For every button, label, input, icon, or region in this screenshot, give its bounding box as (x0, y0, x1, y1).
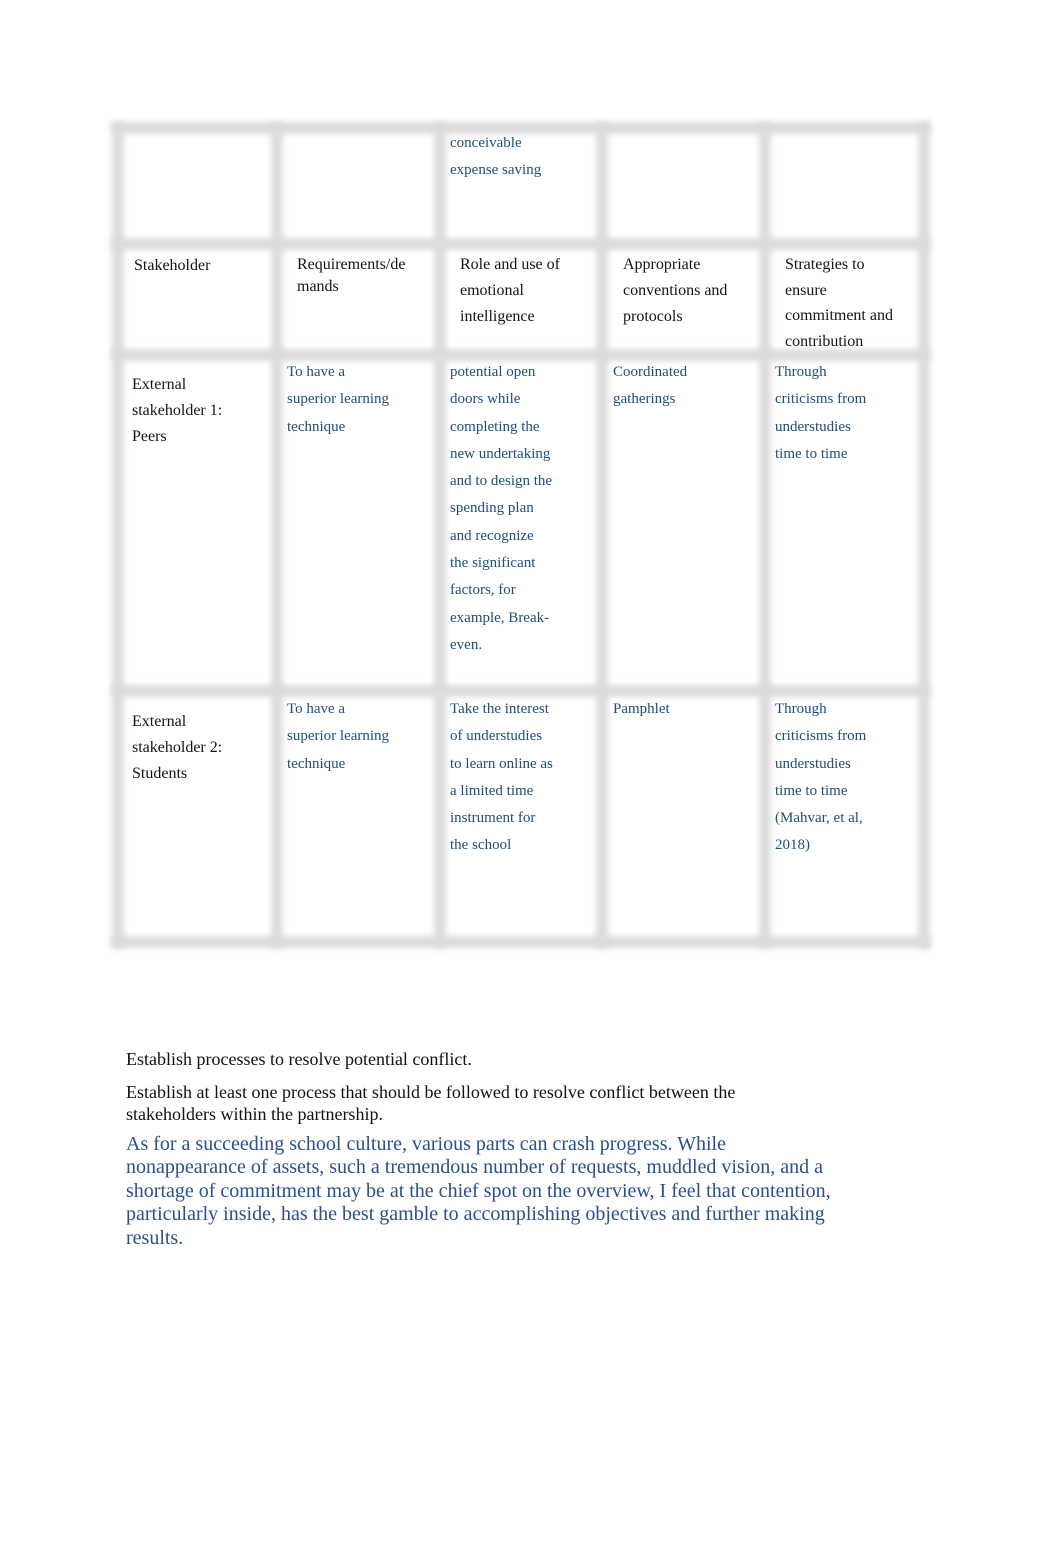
cell-line: technique (287, 418, 346, 435)
cell-line: and recognize (450, 527, 534, 544)
cell-line: superior learning (287, 391, 390, 408)
table-gridline (596, 122, 608, 948)
cell-line: gatherings (613, 391, 676, 408)
cell-line: new undertaking (450, 445, 551, 462)
cell-line: ensure (785, 281, 827, 299)
cell-line: Students (132, 765, 188, 782)
cell-line: spending plan (450, 500, 534, 517)
section-heading: Establish processes to resolve potential… (126, 1048, 886, 1070)
cell-line: Through (775, 701, 827, 717)
header-requirements: Requirements/de mands (297, 254, 405, 298)
table-gridline (112, 238, 930, 250)
paragraph-line: particularly inside, has the best gamble… (126, 1203, 825, 1226)
cell-line: doors while (450, 391, 521, 408)
table-gridline (271, 122, 283, 948)
row2-stakeholder-cell: External stakeholder 2: Students (132, 709, 222, 787)
cell-line: Strategies to (785, 256, 865, 273)
cell-line: protocols (623, 308, 683, 325)
cell-line: Role and use of (460, 256, 560, 273)
cell-line: the significant (450, 555, 536, 572)
cell-line: completing the (450, 418, 540, 435)
cell-line: External (132, 713, 187, 730)
stakeholder-table: conceivable expense saving Stakeholder R… (112, 122, 930, 948)
paragraph-line: As for a succeeding school culture, vari… (126, 1133, 726, 1155)
table-gridline (434, 122, 446, 948)
cell-line: understudies (775, 418, 851, 435)
row2-conventions-cell: Pamphlet (613, 696, 670, 723)
row1-requirements-cell: To have a superior learning technique (287, 359, 389, 441)
cell-line: Stakeholder (134, 257, 211, 274)
cell-line: time to time (775, 445, 848, 462)
cell-line: intelligence (460, 308, 535, 325)
paragraph-line: nonappearance of assets, such a tremendo… (126, 1156, 824, 1179)
cell-line: (Mahvar, et al, (775, 810, 863, 827)
table-gridline (112, 936, 930, 948)
cell-line: superior learning (287, 728, 390, 745)
cell-line: technique (287, 755, 346, 772)
cell-line: stakeholder 2: (132, 739, 223, 756)
cell-line: potential open (450, 364, 536, 380)
cell-line: expense saving (450, 162, 542, 179)
cell-line: Appropriate (623, 256, 701, 273)
cell-line: Through (775, 364, 827, 380)
heading-text: Establish processes to resolve potential… (126, 1049, 472, 1069)
row1-stakeholder-cell: External stakeholder 1: Peers (132, 372, 222, 450)
cell-line: a limited time (450, 782, 534, 799)
row1-strategies-cell: Through criticisms from understudies tim… (775, 359, 866, 468)
cell-line: to learn online as (450, 755, 553, 772)
paragraph-line: results. (126, 1226, 184, 1249)
header-stakeholder: Stakeholder (134, 252, 210, 279)
cell-line: instrument for (450, 810, 536, 827)
row2-strategies-cell: Through criticisms from understudies tim… (775, 696, 866, 860)
cell-line: Peers (132, 428, 167, 445)
header-strategies: Strategies to ensure commitment and cont… (785, 252, 893, 354)
cell-line: External (132, 376, 187, 393)
cell-line: Requirements/de (297, 256, 406, 273)
cell-line: time to time (775, 782, 848, 799)
paragraph-line: shortage of commitment may be at the chi… (126, 1179, 831, 1202)
cell-line: factors, for (450, 582, 516, 599)
cell-line: conceivable (450, 135, 522, 151)
header-role-emotional-intelligence: Role and use of emotional intelligence (460, 252, 560, 330)
answer-paragraph: As for a succeeding school culture, vari… (126, 1133, 886, 1250)
cell-line: emotional (460, 282, 524, 299)
header-conventions-protocols: Appropriate conventions and protocols (623, 252, 727, 330)
cell-line: contribution (785, 332, 864, 350)
table-gridline (112, 122, 124, 948)
paragraph-line: stakeholders within the partnership. (126, 1104, 383, 1124)
cell-line: criticisms from (775, 728, 867, 745)
cell-line: commitment and (785, 307, 893, 324)
cell-line: 2018) (775, 837, 810, 854)
table-gridline (759, 122, 771, 948)
cell-line: conventions and (623, 282, 728, 299)
cell-line: example, Break- (450, 609, 550, 626)
cell-line: To have a (287, 701, 346, 717)
row2-role-cell: Take the interest of understudies to lea… (450, 696, 553, 860)
cell-line: of understudies (450, 728, 543, 745)
cell-line: mands (297, 278, 339, 295)
instruction-paragraph: Establish at least one process that shou… (126, 1081, 886, 1125)
cell-line: and to design the (450, 473, 553, 490)
cell-line: Take the interest (450, 701, 549, 717)
cell-line: Coordinated (613, 364, 688, 380)
cell-line: understudies (775, 755, 851, 772)
cell-line: To have a (287, 364, 346, 380)
row2-requirements-cell: To have a superior learning technique (287, 696, 389, 778)
cell-line: even. (450, 636, 483, 653)
paragraph-line: Establish at least one process that shou… (126, 1082, 736, 1102)
cell-line: stakeholder 1: (132, 402, 223, 419)
cell-line: the school (450, 837, 512, 854)
table-gridline (918, 122, 930, 948)
cell-line: Pamphlet (613, 701, 670, 717)
row1-role-cell: potential open doors while completing th… (450, 359, 552, 659)
cell-line: criticisms from (775, 391, 867, 408)
row1-conventions-cell: Coordinated gatherings (613, 359, 687, 414)
carryover-role-cell: conceivable expense saving (450, 130, 541, 185)
